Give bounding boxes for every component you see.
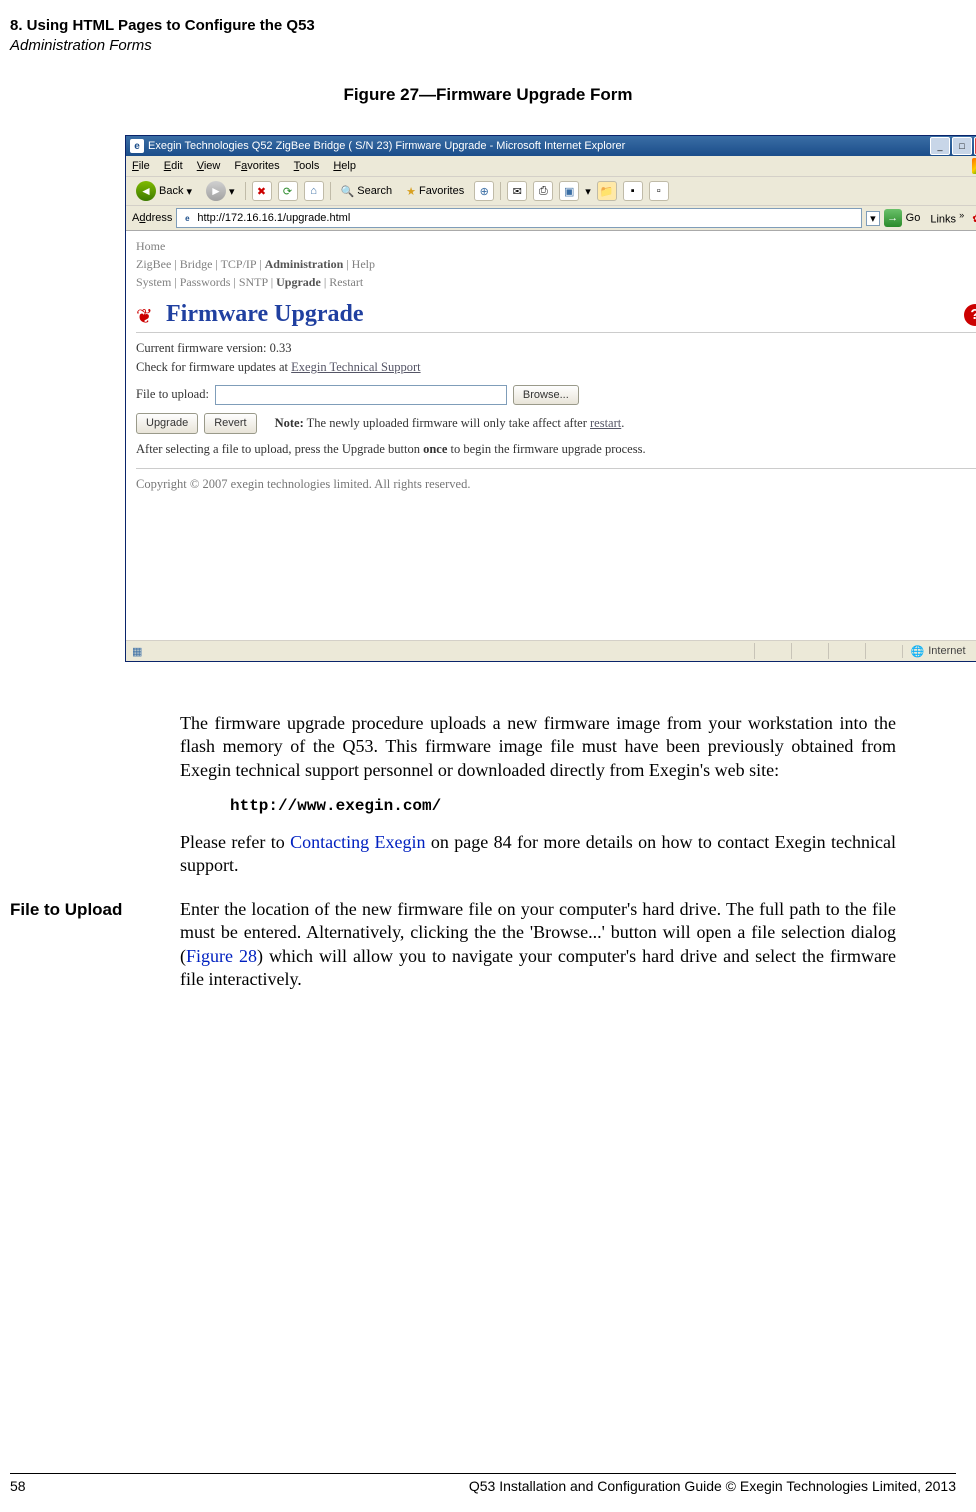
divider bbox=[136, 468, 976, 469]
nav-help[interactable]: Help bbox=[352, 257, 375, 271]
contacting-exegin-xref[interactable]: Contacting Exegin bbox=[290, 832, 425, 852]
links-label[interactable]: Links » bbox=[930, 210, 964, 226]
edit-button[interactable]: ▣ bbox=[559, 181, 579, 201]
windows-flag-icon bbox=[972, 158, 976, 174]
forward-button[interactable]: ► ▾ bbox=[202, 181, 239, 201]
nav-bridge[interactable]: Bridge bbox=[180, 257, 213, 271]
body-paragraph-2: Please refer to Contacting Exegin on pag… bbox=[180, 831, 896, 878]
nav-restart[interactable]: Restart bbox=[329, 275, 363, 289]
addon-icon[interactable]: ✿ ▾ bbox=[972, 212, 976, 225]
body-paragraph-1: The firmware upgrade procedure uploads a… bbox=[180, 712, 896, 782]
figure-caption: Figure 27—Firmware Upgrade Form bbox=[0, 85, 976, 105]
internet-zone-label: Internet bbox=[928, 645, 965, 657]
nav-zigbee[interactable]: ZigBee bbox=[136, 257, 171, 271]
minimize-button[interactable]: _ bbox=[930, 137, 950, 155]
page-icon: e bbox=[181, 212, 193, 224]
stop-button[interactable]: ✖ bbox=[252, 181, 272, 201]
instruction-prefix: After selecting a file to upload, press … bbox=[136, 442, 423, 456]
search-button[interactable]: 🔍 Search bbox=[337, 181, 397, 201]
favorites-button[interactable]: ★ Favorites bbox=[402, 181, 468, 201]
note-text: The newly uploaded firmware will only ta… bbox=[304, 416, 590, 430]
mail-button[interactable]: ✉ bbox=[507, 181, 527, 201]
menu-file[interactable]: File bbox=[132, 160, 150, 172]
home-button[interactable]: ⌂ bbox=[304, 181, 324, 201]
go-label: Go bbox=[906, 212, 921, 224]
file-upload-input[interactable] bbox=[215, 385, 507, 405]
exegin-logo-icon: ❦ bbox=[136, 304, 158, 326]
menu-view[interactable]: View bbox=[197, 160, 221, 172]
menu-tools[interactable]: Tools bbox=[294, 160, 320, 172]
menu-edit[interactable]: Edit bbox=[164, 160, 183, 172]
copyright-text: Copyright © 2007 exegin technologies lim… bbox=[136, 475, 976, 494]
file-to-upload-body: Enter the location of the new firmware f… bbox=[180, 898, 896, 992]
extra-button-2[interactable]: ▫ bbox=[649, 181, 669, 201]
nav-tcpip[interactable]: TCP/IP bbox=[221, 257, 257, 271]
upgrade-button[interactable]: Upgrade bbox=[136, 413, 198, 434]
page-title: Firmware Upgrade bbox=[166, 301, 364, 328]
window-titlebar: e Exegin Technologies Q52 ZigBee Bridge … bbox=[126, 136, 976, 156]
note-label: Note: bbox=[275, 416, 304, 430]
file-upload-label: File to upload: bbox=[136, 385, 209, 404]
browser-screenshot: e Exegin Technologies Q52 ZigBee Bridge … bbox=[125, 135, 976, 662]
folder-button[interactable]: 📁 bbox=[597, 181, 617, 201]
maximize-button[interactable]: □ bbox=[952, 137, 972, 155]
revert-button[interactable]: Revert bbox=[204, 413, 256, 434]
nav-system[interactable]: System bbox=[136, 275, 171, 289]
tool-bar: ◄Back ▾ ► ▾ ✖ ⟳ ⌂ 🔍 Search ★ Favorites ⊕… bbox=[126, 177, 976, 206]
address-bar: Address e http://172.16.16.1/upgrade.htm… bbox=[126, 206, 976, 231]
address-input[interactable]: e http://172.16.16.1/upgrade.html bbox=[176, 208, 862, 228]
menu-favorites[interactable]: Favorites bbox=[234, 160, 279, 172]
menu-help[interactable]: Help bbox=[333, 160, 356, 172]
browse-button[interactable]: Browse... bbox=[513, 385, 579, 406]
nav-home[interactable]: Home bbox=[136, 239, 165, 253]
current-version-text: Current firmware version: 0.33 bbox=[136, 339, 976, 358]
chapter-title: 8. Using HTML Pages to Configure the Q53 bbox=[10, 16, 936, 36]
file-to-upload-heading: File to Upload bbox=[10, 898, 180, 992]
go-button[interactable]: → bbox=[884, 209, 902, 227]
instruction-bold: once bbox=[423, 442, 447, 456]
figure-28-xref[interactable]: Figure 28 bbox=[186, 946, 257, 966]
address-dropdown[interactable]: ▾ bbox=[866, 211, 880, 226]
tech-support-link[interactable]: Exegin Technical Support bbox=[291, 360, 420, 374]
page-content: ▲ ▼ Home ZigBee | Bridge | TCP/IP | Admi… bbox=[126, 231, 976, 640]
nav-sntp[interactable]: SNTP bbox=[239, 275, 268, 289]
address-label: Address bbox=[132, 212, 172, 224]
exegin-url: http://www.exegin.com/ bbox=[230, 796, 896, 817]
window-title: Exegin Technologies Q52 ZigBee Bridge ( … bbox=[148, 140, 625, 152]
section-title: Administration Forms bbox=[10, 36, 936, 56]
nav-upgrade[interactable]: Upgrade bbox=[276, 275, 321, 289]
extra-button-1[interactable]: ▪ bbox=[623, 181, 643, 201]
divider bbox=[136, 332, 976, 333]
nav-passwords[interactable]: Passwords bbox=[180, 275, 231, 289]
footer-text: Q53 Installation and Configuration Guide… bbox=[469, 1478, 956, 1494]
restart-link[interactable]: restart bbox=[590, 416, 621, 430]
status-page-icon: ▦ bbox=[132, 645, 142, 658]
internet-zone-icon: 🌐 bbox=[911, 645, 925, 658]
instruction-suffix: to begin the firmware upgrade process. bbox=[447, 442, 645, 456]
nav-administration[interactable]: Administration bbox=[265, 257, 344, 271]
menu-bar: File Edit View Favorites Tools Help bbox=[126, 156, 976, 177]
page-footer: 58 Q53 Installation and Configuration Gu… bbox=[10, 1473, 956, 1494]
print-button[interactable]: ⎙ bbox=[533, 181, 553, 201]
status-bar: ▦ 🌐 Internet ◢ bbox=[126, 640, 976, 661]
help-icon[interactable]: ? bbox=[964, 304, 976, 326]
check-updates-prefix: Check for firmware updates at bbox=[136, 360, 291, 374]
refresh-button[interactable]: ⟳ bbox=[278, 181, 298, 201]
history-button[interactable]: ⊕ bbox=[474, 181, 494, 201]
address-value: http://172.16.16.1/upgrade.html bbox=[197, 212, 350, 224]
back-button[interactable]: ◄Back ▾ bbox=[132, 181, 196, 201]
page-number: 58 bbox=[10, 1478, 26, 1494]
ie-icon: e bbox=[130, 139, 144, 153]
